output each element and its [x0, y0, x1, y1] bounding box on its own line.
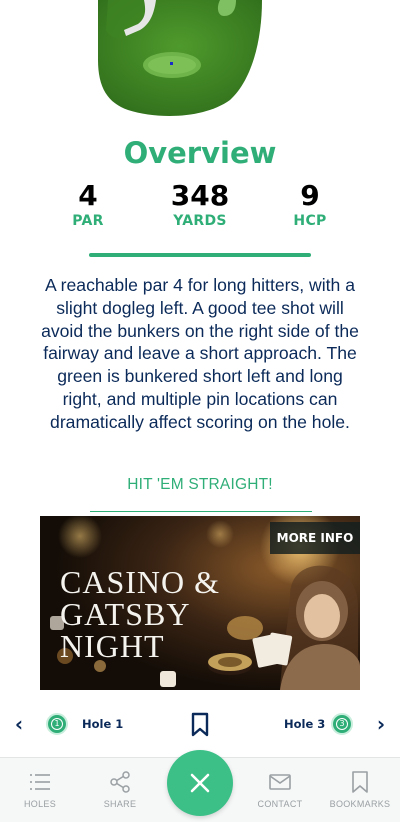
- more-info-button[interactable]: MORE INFO: [270, 522, 360, 554]
- stat-hcp: 9 HCP: [250, 180, 370, 230]
- stat-yards: 348 YARDS: [140, 180, 260, 230]
- ad-title: CASINO & GATSBY NIGHT: [60, 566, 290, 662]
- hcp-value: 9: [300, 179, 320, 212]
- chevron-right-icon[interactable]: ›: [372, 714, 390, 734]
- hole-navigation: ‹ 1 Hole 1 Hole 3 3 ›: [0, 700, 400, 750]
- tab-share[interactable]: SHARE: [80, 758, 160, 822]
- next-hole-link[interactable]: Hole 3: [284, 717, 325, 731]
- yards-value: 348: [170, 179, 230, 212]
- tab-holes[interactable]: HOLES: [0, 758, 80, 822]
- close-fab-button[interactable]: [167, 750, 233, 816]
- prev-hole-link[interactable]: Hole 1: [82, 717, 123, 731]
- mail-icon: [269, 774, 291, 790]
- hole-illustration: [0, 0, 400, 122]
- next-hole-badge-number: 3: [336, 718, 348, 730]
- ad-title-line1: CASINO &: [60, 564, 221, 600]
- yards-label: YARDS: [173, 213, 227, 229]
- par-value: 4: [78, 179, 98, 212]
- hcp-label: HCP: [293, 213, 327, 229]
- section-divider: [89, 253, 311, 257]
- ad-title-line2: GATSBY NIGHT: [60, 596, 190, 664]
- par-label: PAR: [72, 213, 104, 229]
- tab-contact-label: CONTACT: [257, 799, 303, 809]
- chevron-left-icon[interactable]: ‹: [10, 714, 28, 734]
- tab-bookmarks[interactable]: BOOKMARKS: [320, 758, 400, 822]
- prev-hole-badge[interactable]: 1: [46, 713, 68, 735]
- list-icon: [30, 774, 50, 790]
- tab-bookmarks-label: BOOKMARKS: [329, 799, 391, 809]
- casino-ad-banner[interactable]: CASINO & GATSBY NIGHT MORE INFO: [40, 516, 360, 690]
- tab-holes-label: HOLES: [23, 799, 56, 809]
- share-icon: [110, 771, 130, 793]
- stat-par: 4 PAR: [28, 180, 148, 230]
- bookmark-icon[interactable]: [190, 712, 210, 738]
- hole-tagline: HIT 'EM STRAIGHT!: [127, 476, 273, 493]
- hole-description: A reachable par 4 for long hitters, with…: [41, 275, 359, 432]
- hole-stats: 4 PAR 348 YARDS 9 HCP: [0, 180, 400, 236]
- bookmark-outline-icon: [352, 771, 368, 793]
- ad-divider: [90, 511, 312, 512]
- tab-share-label: SHARE: [103, 799, 137, 809]
- tab-contact[interactable]: CONTACT: [240, 758, 320, 822]
- hole-map-image: [98, 0, 262, 116]
- close-icon: [190, 773, 210, 793]
- prev-hole-badge-number: 1: [51, 718, 63, 730]
- next-hole-badge[interactable]: 3: [331, 713, 353, 735]
- overview-title: Overview: [123, 136, 277, 170]
